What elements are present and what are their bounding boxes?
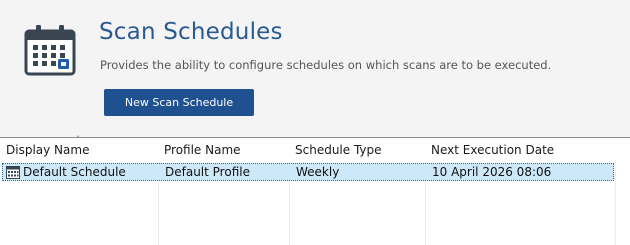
- column-header-display-name[interactable]: ˄ Display Name: [0, 135, 158, 162]
- page-title: Scan Schedules: [99, 19, 283, 45]
- column-header-profile-name[interactable]: Profile Name: [158, 138, 289, 162]
- page-subtitle: Provides the ability to configure schedu…: [100, 58, 552, 72]
- cell-schedule-type: Weekly: [296, 165, 340, 179]
- cell-display-name: Default Schedule: [23, 165, 126, 179]
- calendar-small-icon: [6, 166, 20, 179]
- calendar-icon: [24, 25, 76, 76]
- schedules-table[interactable]: ˄ Display Name Profile Name Schedule Typ…: [0, 135, 630, 245]
- column-header-next-execution-date[interactable]: Next Execution Date: [425, 138, 615, 162]
- new-scan-schedule-button[interactable]: New Scan Schedule: [104, 89, 254, 116]
- cell-profile-name: Default Profile: [165, 165, 250, 179]
- cell-next-execution-date: 10 April 2026 08:06: [432, 165, 552, 179]
- table-header: ˄ Display Name Profile Name Schedule Typ…: [0, 135, 630, 162]
- sort-ascending-icon: ˄: [76, 135, 80, 144]
- page-header: Scan Schedules Provides the ability to c…: [0, 0, 630, 137]
- column-header-schedule-type[interactable]: Schedule Type: [289, 138, 425, 162]
